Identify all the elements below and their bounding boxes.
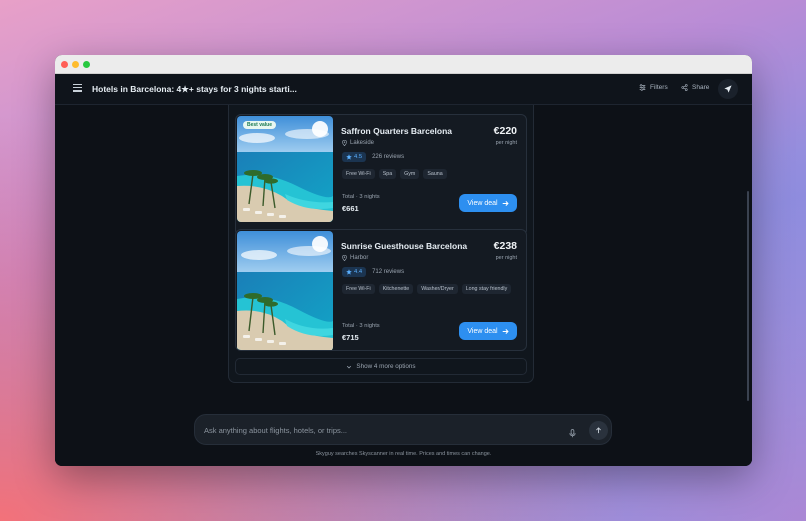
map-pin-icon	[342, 255, 347, 261]
browser-window: Hotels in Barcelona: 4★+ stays for 3 nig…	[55, 55, 752, 466]
hotel-name[interactable]: Sunrise Guesthouse Barcelona	[341, 241, 467, 251]
minimize-window-button[interactable]	[72, 61, 79, 68]
rating-value: 4.5	[354, 154, 363, 160]
favorite-button[interactable]	[312, 236, 328, 252]
chat-composer	[194, 414, 612, 445]
view-deal-button[interactable]: View deal	[459, 194, 517, 212]
amenity-chip: Long stay friendly	[461, 284, 512, 294]
best-value-badge: Best value	[243, 121, 277, 129]
review-count: 226 reviews	[372, 154, 405, 160]
total-price: €715	[342, 333, 359, 342]
chat-input[interactable]	[204, 423, 544, 437]
amenity-list: Free Wi-Fi Kitchenette Washer/Dryer Long…	[342, 284, 522, 294]
hotel-results-panel: Best value Saffron Quarters Barcelona La…	[228, 105, 534, 383]
review-count: 712 reviews	[372, 269, 405, 275]
hamburger-menu-icon[interactable]	[73, 84, 82, 92]
hotel-card: Sunrise Guesthouse Barcelona Harbor 4.4	[235, 229, 527, 351]
amenity-chip: Spa	[378, 169, 397, 179]
filters-button[interactable]: Filters	[639, 84, 668, 91]
location-label: Lakeside	[350, 140, 375, 146]
nightly-price: €238	[493, 240, 517, 252]
hotel-photo[interactable]: Best value	[237, 116, 333, 222]
share-icon	[681, 84, 688, 91]
hotel-location: Harbor	[342, 255, 368, 261]
chat-content: Best value Saffron Quarters Barcelona La…	[55, 105, 752, 466]
app-header: Hotels in Barcelona: 4★+ stays for 3 nig…	[55, 74, 752, 105]
favorite-button[interactable]	[312, 121, 328, 137]
star-icon	[346, 154, 352, 160]
map-pin-icon	[342, 140, 347, 146]
rating-row: 4.4 712 reviews	[342, 267, 404, 277]
hotel-location: Lakeside	[342, 140, 374, 146]
amenity-list: Free Wi-Fi Spa Gym Sauna	[342, 169, 522, 179]
microphone-icon	[569, 429, 576, 438]
view-deal-button[interactable]: View deal	[459, 322, 517, 340]
location-label: Harbor	[350, 255, 369, 261]
total-label: Total · 3 nights	[342, 323, 380, 329]
maximize-window-button[interactable]	[83, 61, 90, 68]
show-more-button[interactable]: Show 4 more options	[235, 358, 527, 375]
arrow-up-icon	[596, 427, 601, 434]
view-deal-label: View deal	[467, 327, 498, 335]
amenity-chip: Kitchenette	[378, 284, 414, 294]
hotel-name[interactable]: Saffron Quarters Barcelona	[341, 126, 452, 136]
amenity-chip: Gym	[400, 169, 420, 179]
rating-value: 4.4	[354, 269, 363, 275]
filters-icon	[639, 84, 646, 91]
window-titlebar	[55, 55, 752, 74]
footer-disclaimer: Skyguy searches Skyscanner in real time.…	[315, 451, 492, 457]
star-icon	[346, 269, 352, 275]
total-price: €661	[342, 204, 359, 213]
amenity-chip: Free Wi-Fi	[342, 169, 375, 179]
chevron-down-icon	[347, 365, 352, 368]
page-title: Hotels in Barcelona: 4★+ stays for 3 nig…	[92, 84, 297, 94]
close-window-button[interactable]	[61, 61, 68, 68]
filters-label: Filters	[650, 84, 668, 91]
share-label: Share	[692, 84, 710, 91]
total-label: Total · 3 nights	[342, 194, 380, 200]
submit-button[interactable]	[589, 421, 608, 440]
microphone-button[interactable]	[569, 425, 576, 443]
amenity-chip: Washer/Dryer	[417, 284, 458, 294]
amenity-chip: Free Wi-Fi	[342, 284, 375, 294]
amenity-chip: Sauna	[423, 169, 447, 179]
per-night-label: per night	[495, 255, 517, 261]
hotel-photo[interactable]	[237, 231, 333, 350]
paper-plane-icon	[724, 85, 732, 93]
arrow-right-icon	[502, 328, 509, 334]
per-night-label: per night	[495, 140, 517, 146]
rating-pill: 4.5	[342, 152, 367, 162]
show-more-label: Show 4 more options	[356, 363, 416, 370]
send-button[interactable]	[718, 79, 738, 99]
share-button[interactable]: Share	[681, 84, 709, 91]
view-deal-label: View deal	[467, 199, 498, 207]
arrow-right-icon	[502, 200, 509, 206]
hotel-card: Best value Saffron Quarters Barcelona La…	[235, 114, 527, 236]
nightly-price: €220	[493, 125, 517, 137]
scrollbar[interactable]	[747, 191, 749, 401]
rating-row: 4.5 226 reviews	[342, 152, 404, 162]
rating-pill: 4.4	[342, 267, 367, 277]
